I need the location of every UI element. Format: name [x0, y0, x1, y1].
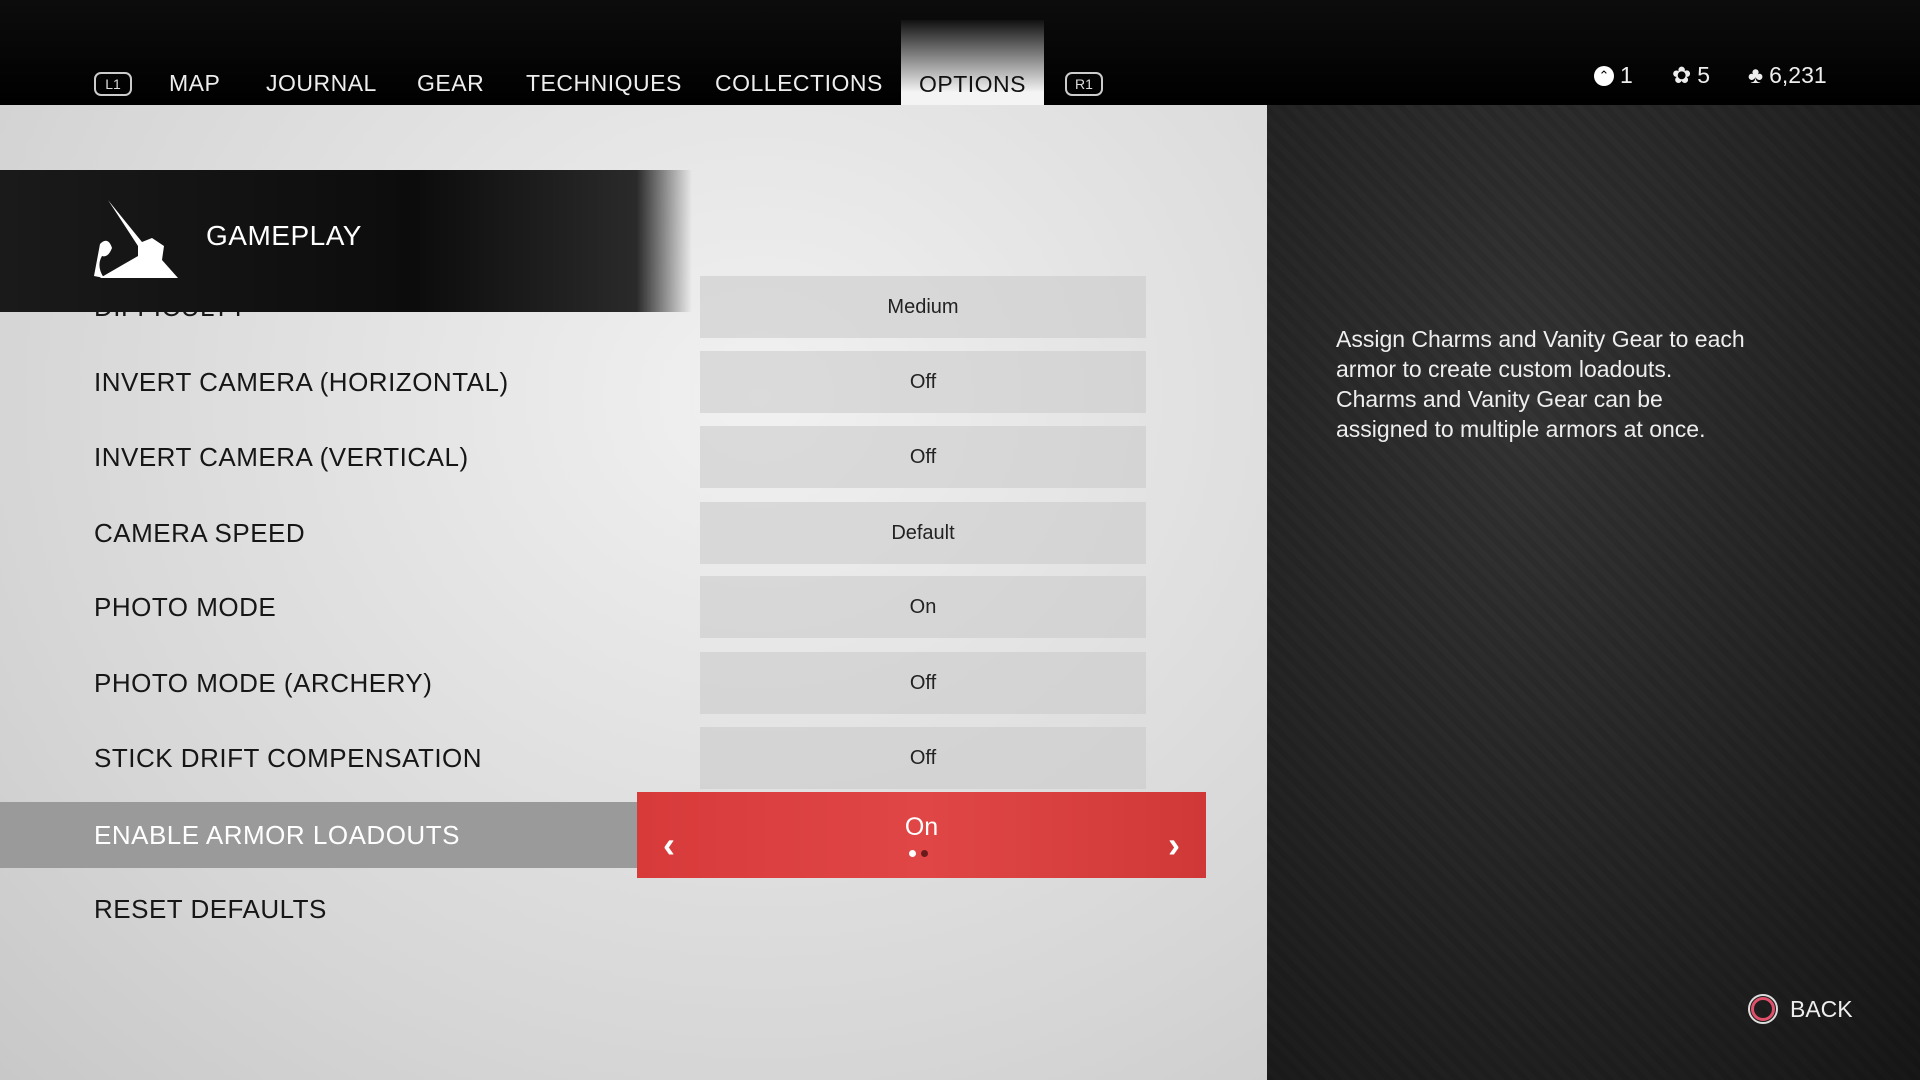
flower-stat: ✿ 5 [1672, 62, 1711, 88]
setting-value[interactable]: Default [700, 502, 1146, 564]
setting-value[interactable]: Off [700, 652, 1146, 714]
section-header: GAMEPLAY [0, 170, 692, 312]
setting-value[interactable]: Off [700, 426, 1146, 488]
section-title: GAMEPLAY [206, 220, 362, 251]
back-button[interactable]: BACK [1748, 994, 1853, 1024]
reset-defaults-button[interactable]: RESET DEFAULTS [0, 876, 1267, 942]
setting-value[interactable]: Off [700, 727, 1146, 789]
chevron-right-icon[interactable]: › [1168, 810, 1180, 880]
samurai-icon [94, 200, 178, 278]
tab-journal[interactable]: JOURNAL [266, 62, 377, 105]
setting-row[interactable]: CAMERA SPEED Default [0, 500, 1267, 566]
tab-gear[interactable]: GEAR [417, 62, 484, 105]
r1-button[interactable]: R1 [1065, 72, 1103, 96]
circle-button-icon [1748, 994, 1778, 1024]
tab-map[interactable]: MAP [169, 62, 220, 105]
setting-value-selector[interactable]: ‹ On › [637, 792, 1206, 878]
setting-row[interactable]: INVERT CAMERA (HORIZONTAL) Off [0, 349, 1267, 415]
supplies-bag-icon: ♣ [1748, 62, 1764, 88]
level-up-icon: ⌃ [1594, 65, 1614, 86]
setting-description: Assign Charms and Vanity Gear to each ar… [1336, 326, 1745, 442]
setting-row[interactable]: PHOTO MODE (ARCHERY) Off [0, 650, 1267, 716]
setting-value[interactable]: Off [700, 351, 1146, 413]
flower-icon: ✿ [1672, 62, 1692, 88]
setting-row[interactable]: STICK DRIFT COMPENSATION Off [0, 725, 1267, 791]
level-stat: ⌃ 1 [1594, 62, 1633, 89]
setting-value[interactable]: Medium [700, 276, 1146, 338]
setting-row[interactable]: PHOTO MODE On [0, 574, 1267, 640]
tab-collections[interactable]: COLLECTIONS [715, 62, 883, 105]
supplies-stat: ♣ 6,231 [1748, 62, 1827, 88]
setting-row[interactable]: INVERT CAMERA (VERTICAL) Off [0, 424, 1267, 490]
tab-options[interactable]: OPTIONS [901, 20, 1045, 105]
top-nav: L1 MAP JOURNAL GEAR TECHNIQUES COLLECTIO… [0, 0, 1920, 105]
l1-button[interactable]: L1 [94, 72, 132, 96]
page-dots [909, 850, 928, 857]
settings-panel: DIFFICULTYMedium INVERT CAMERA (HORIZONT… [0, 105, 1267, 1080]
info-panel [1267, 105, 1920, 1080]
setting-value[interactable]: On [700, 576, 1146, 638]
setting-row-selected[interactable]: ENABLE ARMOR LOADOUTS ‹ On › [0, 792, 1267, 878]
tab-techniques[interactable]: TECHNIQUES [526, 62, 682, 105]
chevron-left-icon[interactable]: ‹ [663, 810, 675, 880]
